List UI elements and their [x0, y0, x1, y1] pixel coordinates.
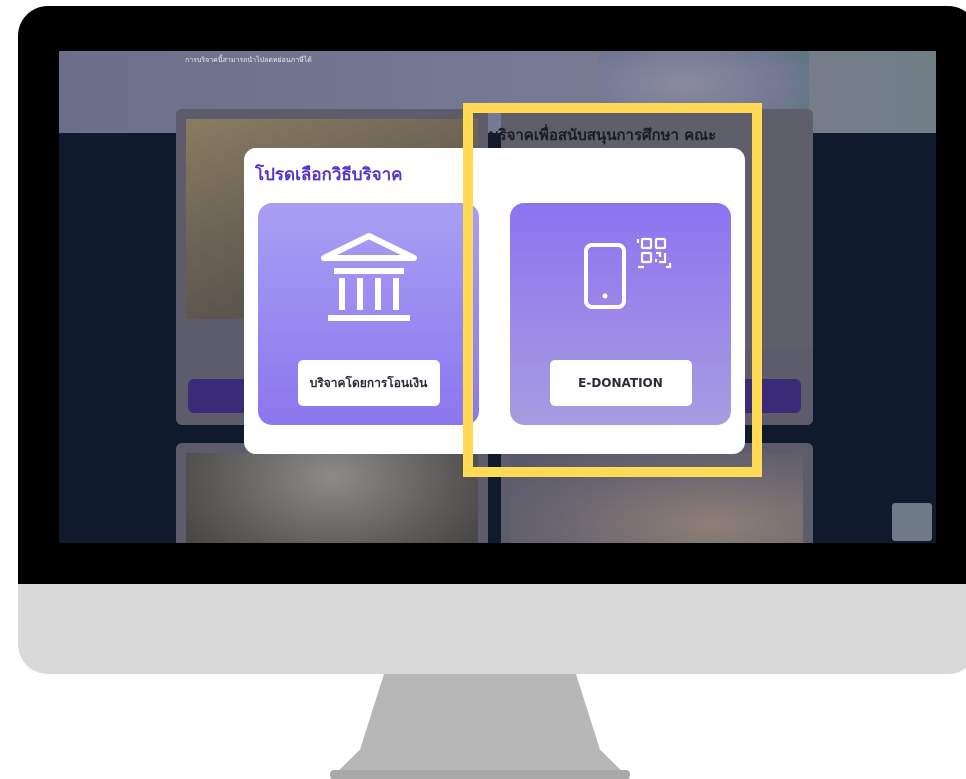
- hero-text: การบริจาคนี้สามารถนำไปลดหย่อนภาษีได้: [185, 57, 312, 64]
- e-donation-label[interactable]: E-DONATION: [549, 360, 692, 406]
- screen: การบริจาคนี้สามารถนำไปลดหย่อนภาษีได้ บริ…: [59, 51, 936, 543]
- donation-card[interactable]: [501, 443, 813, 543]
- card-photo: [186, 453, 478, 543]
- donation-card[interactable]: [176, 443, 488, 543]
- card-title: บริจาคเพื่อสนับสนุนการศึกษา คณะ: [489, 126, 717, 144]
- e-donation-option[interactable]: E-DONATION: [510, 203, 731, 425]
- phone-qr-icon: [584, 237, 672, 309]
- monitor-stand: [330, 674, 630, 779]
- card-photo: [511, 453, 803, 543]
- bank-transfer-option[interactable]: บริจาคโดยการโอนเงิน: [258, 203, 479, 425]
- bank-icon: [321, 233, 417, 321]
- monitor-stand-base: [330, 770, 630, 779]
- chat-widget-icon[interactable]: [892, 503, 932, 541]
- bank-transfer-label[interactable]: บริจาคโดยการโอนเงิน: [297, 360, 440, 406]
- donation-method-modal: โปรดเลือกวิธีบริจาค บริจาคโดยการโอนเงิน: [244, 148, 745, 454]
- modal-title: โปรดเลือกวิธีบริจาค: [255, 165, 403, 185]
